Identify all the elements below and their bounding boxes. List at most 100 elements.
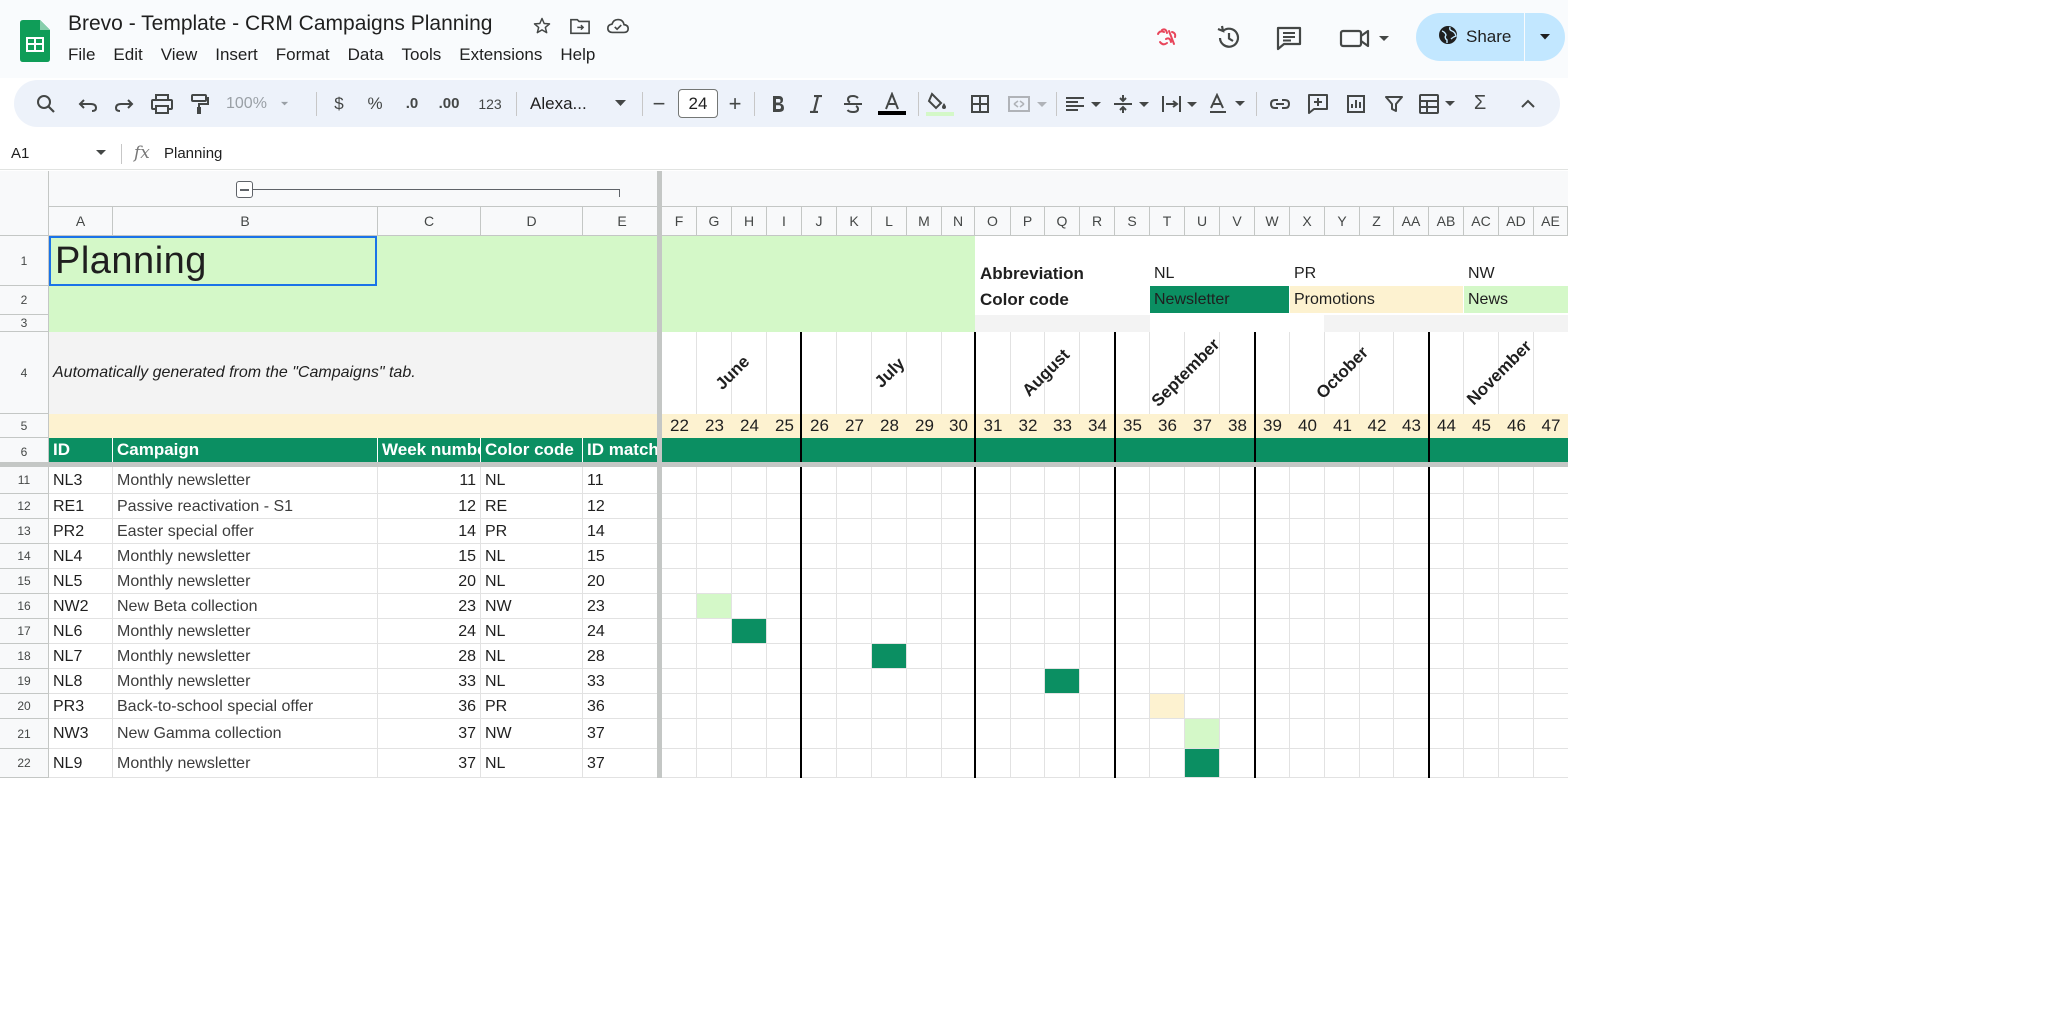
text-wrapping-icon[interactable]: [1160, 80, 1200, 127]
column-header-ae[interactable]: AE: [1534, 207, 1568, 236]
cell-code-nl3[interactable]: NL: [481, 467, 582, 494]
cell-match-re1[interactable]: 12: [583, 494, 657, 519]
cell-match-nl4[interactable]: 15: [583, 544, 657, 569]
menu-help[interactable]: Help: [560, 45, 595, 65]
cloud-saved-icon[interactable]: [606, 14, 630, 38]
cell-week-nl7[interactable]: 28: [378, 644, 480, 669]
column-header-u[interactable]: U: [1185, 207, 1220, 236]
cell-week-nl4[interactable]: 15: [378, 544, 480, 569]
apps-script-icon[interactable]: [1154, 20, 1182, 56]
cell-week-nl8[interactable]: 33: [378, 669, 480, 694]
cell-campaign-nl8[interactable]: Monthly newsletter: [113, 669, 377, 694]
gantt-block-nw3[interactable]: [1185, 719, 1219, 748]
column-header-ac[interactable]: AC: [1464, 207, 1499, 236]
insert-comment-icon[interactable]: [1306, 80, 1330, 127]
name-box[interactable]: A1: [11, 145, 29, 162]
cell-week-nl6[interactable]: 24: [378, 619, 480, 644]
cell-week-re1[interactable]: 12: [378, 494, 480, 519]
zoom-select[interactable]: 100%: [226, 80, 288, 127]
column-header-n[interactable]: N: [942, 207, 975, 236]
cell-id-re1[interactable]: RE1: [49, 494, 112, 519]
spreadsheet-grid[interactable]: A B C D E F G H I J K L M N O P Q R S T U V W X Y Z AA AB AC AD AE 123…: [0, 171, 1568, 778]
cell-campaign-re1[interactable]: Passive reactivation - S1: [113, 494, 377, 519]
comments-icon[interactable]: [1274, 20, 1304, 56]
row-header-11[interactable]: 11: [0, 467, 49, 494]
column-header-q[interactable]: Q: [1045, 207, 1080, 236]
column-header-l[interactable]: L: [872, 207, 907, 236]
column-header-d[interactable]: D: [481, 207, 583, 236]
cell-code-re1[interactable]: RE: [481, 494, 582, 519]
column-header-r[interactable]: R: [1080, 207, 1115, 236]
gantt-block-nl7[interactable]: [872, 644, 906, 668]
decrease-decimal-button[interactable]: .0: [399, 80, 425, 127]
column-header-ab[interactable]: AB: [1429, 207, 1464, 236]
cell-week-nw3[interactable]: 37: [378, 719, 480, 749]
more-formats-button[interactable]: 123: [476, 80, 504, 127]
cell-campaign-pr2[interactable]: Easter special offer: [113, 519, 377, 544]
cell-campaign-nl7[interactable]: Monthly newsletter: [113, 644, 377, 669]
column-header-y[interactable]: Y: [1325, 207, 1360, 236]
cell-match-nl3[interactable]: 11: [583, 467, 657, 494]
row-header-22[interactable]: 22: [0, 749, 49, 778]
cell-campaign-nl4[interactable]: Monthly newsletter: [113, 544, 377, 569]
cell-code-nl9[interactable]: NL: [481, 749, 582, 778]
cell-campaign-pr3[interactable]: Back-to-school special offer: [113, 694, 377, 719]
cell-match-nl7[interactable]: 28: [583, 644, 657, 669]
redo-icon[interactable]: [112, 80, 136, 127]
gantt-block-nl6[interactable]: [732, 619, 766, 643]
name-box-dropdown-icon[interactable]: [96, 150, 106, 156]
column-header-h[interactable]: H: [732, 207, 767, 236]
menu-data[interactable]: Data: [348, 45, 384, 65]
cell-campaign-nl9[interactable]: Monthly newsletter: [113, 749, 377, 778]
cell-campaign-nl5[interactable]: Monthly newsletter: [113, 569, 377, 594]
menu-edit[interactable]: Edit: [113, 45, 142, 65]
version-history-icon[interactable]: [1214, 20, 1244, 56]
collapse-group-icon[interactable]: [236, 181, 253, 198]
cell-code-nl5[interactable]: NL: [481, 569, 582, 594]
insert-link-icon[interactable]: [1268, 80, 1292, 127]
share-button[interactable]: Share: [1416, 13, 1565, 61]
cell-id-nw2[interactable]: NW2: [49, 594, 112, 619]
column-header-p[interactable]: P: [1011, 207, 1045, 236]
column-header-k[interactable]: K: [837, 207, 872, 236]
cell-campaign-nw2[interactable]: New Beta collection: [113, 594, 377, 619]
row-header-17[interactable]: 17: [0, 619, 49, 644]
column-header-f[interactable]: F: [662, 207, 697, 236]
cell-match-pr3[interactable]: 36: [583, 694, 657, 719]
star-icon[interactable]: [530, 14, 554, 38]
column-header-x[interactable]: X: [1290, 207, 1325, 236]
borders-icon[interactable]: [968, 80, 992, 127]
menu-format[interactable]: Format: [276, 45, 330, 65]
column-header-t[interactable]: T: [1150, 207, 1185, 236]
horizontal-align-icon[interactable]: [1064, 80, 1104, 127]
cell-week-nl5[interactable]: 20: [378, 569, 480, 594]
table-view-icon[interactable]: [1418, 80, 1460, 127]
document-title[interactable]: Brevo - Template - CRM Campaigns Plannin…: [68, 12, 492, 36]
cell-code-nw3[interactable]: NW: [481, 719, 582, 749]
currency-format-button[interactable]: $: [330, 80, 348, 127]
functions-icon[interactable]: Σ: [1470, 80, 1490, 127]
percent-format-button[interactable]: %: [364, 80, 386, 127]
font-size-input[interactable]: 24: [678, 89, 718, 118]
cell-id-pr3[interactable]: PR3: [49, 694, 112, 719]
cell-id-nw3[interactable]: NW3: [49, 719, 112, 749]
strikethrough-icon[interactable]: [842, 80, 864, 127]
cell-campaign-nl6[interactable]: Monthly newsletter: [113, 619, 377, 644]
column-header-w[interactable]: W: [1255, 207, 1290, 236]
cell-match-nl8[interactable]: 33: [583, 669, 657, 694]
row-header-16[interactable]: 16: [0, 594, 49, 619]
cell-week-pr2[interactable]: 14: [378, 519, 480, 544]
row-header-13[interactable]: 13: [0, 519, 49, 544]
row-header-14[interactable]: 14: [0, 544, 49, 569]
freeze-column-divider[interactable]: [657, 171, 662, 778]
column-header-c[interactable]: C: [378, 207, 481, 236]
insert-chart-icon[interactable]: [1344, 80, 1368, 127]
menu-file[interactable]: File: [68, 45, 95, 65]
row-header-18[interactable]: 18: [0, 644, 49, 669]
row-header-19[interactable]: 19: [0, 669, 49, 694]
search-menus-icon[interactable]: [34, 80, 58, 127]
move-folder-icon[interactable]: [568, 14, 592, 38]
column-header-a[interactable]: A: [49, 207, 113, 236]
filter-icon[interactable]: [1382, 80, 1406, 127]
title-cell[interactable]: Planning: [49, 236, 377, 286]
